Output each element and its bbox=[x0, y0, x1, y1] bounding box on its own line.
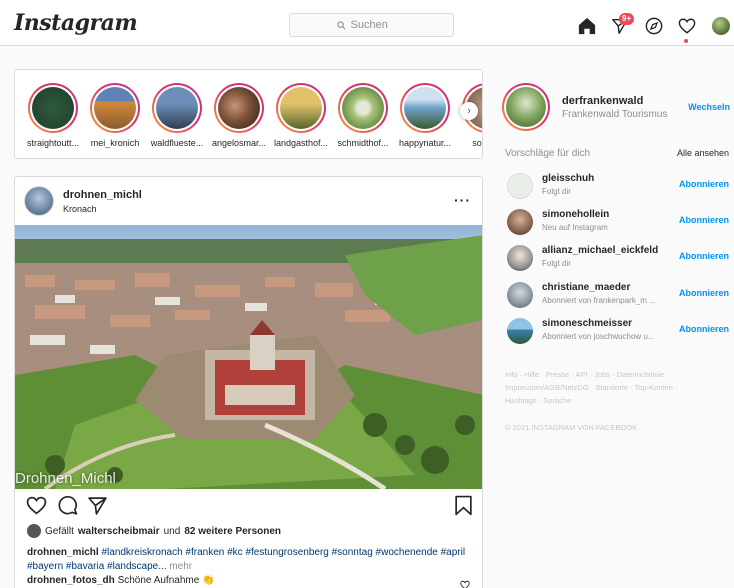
follow-button[interactable]: Abonnieren bbox=[679, 251, 729, 261]
likes-conjunction: und bbox=[163, 525, 181, 537]
story-avatar bbox=[94, 87, 136, 129]
direct-messages-icon[interactable]: 9+ bbox=[609, 13, 635, 37]
notification-badge: 9+ bbox=[619, 13, 635, 25]
story-avatar bbox=[404, 87, 446, 129]
stories-tray: straightoutt... mei_kronich waldflueste.… bbox=[14, 69, 483, 159]
suggestion-reason: Folgt dir bbox=[542, 259, 571, 268]
story-avatar bbox=[32, 87, 74, 129]
follow-button[interactable]: Abonnieren bbox=[679, 288, 729, 298]
suggestions-header: Vorschläge für dich Alle ansehen bbox=[505, 148, 729, 159]
explore-compass-icon[interactable] bbox=[643, 15, 665, 37]
post-image[interactable]: Drohnen_Michl bbox=[15, 225, 482, 489]
home-icon[interactable] bbox=[576, 15, 598, 37]
suggestion-reason: Abonniert von frankenpark_m ... bbox=[542, 296, 656, 305]
story-username: schmidthof... bbox=[337, 138, 389, 148]
post-author-username[interactable]: drohnen_michl bbox=[63, 189, 142, 201]
feed-post: drohnen_michl Kronach ··· Drohnen_Michl … bbox=[14, 176, 483, 588]
photo-watermark: Drohnen_Michl bbox=[15, 470, 116, 487]
liker-avatar[interactable] bbox=[27, 524, 41, 538]
suggestion-username[interactable]: allianz_michael_eickfeld bbox=[542, 245, 658, 256]
comment-row: drohnen_fotos_dh Schöne Aufnahme 👏 bbox=[27, 575, 215, 586]
more-options-icon[interactable]: ··· bbox=[454, 192, 471, 208]
search-box[interactable] bbox=[289, 13, 454, 37]
story-avatar bbox=[156, 87, 198, 129]
story-username: somme bbox=[472, 138, 482, 148]
story-username: straightoutt... bbox=[26, 138, 80, 148]
activity-heart-icon[interactable] bbox=[676, 15, 698, 43]
castle-aerial-photo bbox=[15, 225, 482, 489]
activity-indicator-dot bbox=[684, 39, 688, 43]
comment-icon[interactable] bbox=[57, 495, 78, 521]
current-account-username[interactable]: derfrankenwald bbox=[562, 95, 643, 107]
likes-summary: Gefällt walterscheibmair und 82 weitere … bbox=[27, 524, 281, 538]
likes-count[interactable]: 82 weitere Personen bbox=[184, 526, 281, 537]
suggestion-reason: Neu auf Instagram bbox=[542, 223, 608, 232]
save-bookmark-icon[interactable] bbox=[454, 495, 473, 521]
suggestion-reason: Abonniert von joschwuchow u... bbox=[542, 332, 655, 341]
story-avatar bbox=[342, 87, 384, 129]
story-item[interactable]: landgasthof... bbox=[271, 83, 331, 148]
follow-button[interactable]: Abonnieren bbox=[679, 324, 729, 334]
see-all-link[interactable]: Alle ansehen bbox=[677, 148, 729, 158]
post-location[interactable]: Kronach bbox=[63, 204, 97, 214]
suggestion-item: christiane_maeder Abonniert von frankenp… bbox=[507, 280, 729, 310]
story-username: mei_kronich bbox=[90, 138, 140, 148]
suggestion-username[interactable]: gleisschuh bbox=[542, 173, 594, 184]
suggestion-avatar[interactable] bbox=[507, 245, 533, 271]
suggestions-title: Vorschläge für dich bbox=[505, 148, 591, 159]
post-actions bbox=[15, 493, 482, 521]
comment-username[interactable]: drohnen_fotos_dh bbox=[27, 575, 115, 586]
suggestion-avatar[interactable] bbox=[507, 209, 533, 235]
story-username: happynatur... bbox=[398, 138, 452, 148]
story-item[interactable]: happynatur... bbox=[395, 83, 455, 148]
story-item[interactable]: schmidthof... bbox=[333, 83, 393, 148]
story-item[interactable]: waldflueste... bbox=[147, 83, 207, 148]
story-avatar bbox=[280, 87, 322, 129]
story-avatar bbox=[218, 87, 260, 129]
likes-prefix: Gefällt bbox=[45, 525, 74, 537]
comment-like-icon[interactable] bbox=[460, 577, 470, 588]
footer-links[interactable]: Info · Hilfe · Presse · API · Jobs · Dat… bbox=[505, 368, 705, 407]
share-icon[interactable] bbox=[87, 495, 108, 521]
switch-account-button[interactable]: Wechseln bbox=[688, 102, 730, 112]
caption-more-link[interactable]: mehr bbox=[169, 561, 192, 572]
suggestion-item: simonehollein Neu auf Instagram Abonnier… bbox=[507, 207, 729, 237]
liker-username[interactable]: walterscheibmair bbox=[78, 526, 160, 537]
follow-button[interactable]: Abonnieren bbox=[679, 179, 729, 189]
instagram-logo[interactable]: Instagram bbox=[14, 10, 138, 36]
follow-button[interactable]: Abonnieren bbox=[679, 215, 729, 225]
suggestion-reason: Folgt dir bbox=[542, 187, 571, 196]
post-author-avatar[interactable] bbox=[24, 186, 54, 216]
current-account-name: Frankenwald Tourismus bbox=[562, 109, 668, 120]
current-account: derfrankenwald Frankenwald Tourismus Wec… bbox=[502, 83, 732, 133]
stories-next-button[interactable]: › bbox=[460, 102, 478, 120]
story-username: waldflueste... bbox=[150, 138, 204, 148]
suggestion-item: gleisschuh Folgt dir Abonnieren bbox=[507, 171, 729, 201]
story-item[interactable]: angelosmar... bbox=[209, 83, 269, 148]
story-item[interactable]: straightoutt... bbox=[23, 83, 83, 148]
suggestion-item: allianz_michael_eickfeld Folgt dir Abonn… bbox=[507, 243, 729, 273]
suggestion-avatar[interactable] bbox=[507, 282, 533, 308]
search-input[interactable] bbox=[350, 19, 407, 31]
search-icon bbox=[336, 20, 345, 29]
profile-avatar[interactable] bbox=[710, 15, 732, 37]
story-username: angelosmar... bbox=[211, 138, 267, 148]
post-caption: drohnen_michl #landkreiskronach #franken… bbox=[27, 546, 477, 574]
suggestion-avatar[interactable] bbox=[507, 173, 533, 199]
current-account-avatar[interactable] bbox=[502, 83, 550, 131]
story-username: landgasthof... bbox=[273, 138, 329, 148]
suggestion-username[interactable]: simonehollein bbox=[542, 209, 609, 220]
story-item[interactable]: mei_kronich bbox=[85, 83, 145, 148]
copyright-text: © 2021 INSTAGRAM VON FACEBOOK bbox=[505, 423, 638, 432]
post-header: drohnen_michl Kronach ··· bbox=[15, 177, 482, 225]
suggestion-username[interactable]: simoneschmeisser bbox=[542, 318, 632, 329]
comment-text: Schöne Aufnahme 👏 bbox=[117, 575, 215, 586]
suggestion-avatar[interactable] bbox=[507, 318, 533, 344]
caption-username[interactable]: drohnen_michl bbox=[27, 547, 99, 558]
top-nav-bar: Instagram 9+ bbox=[0, 0, 734, 46]
suggestion-item: simoneschmeisser Abonniert von joschwuch… bbox=[507, 316, 729, 346]
like-heart-icon[interactable] bbox=[26, 495, 47, 521]
suggestion-username[interactable]: christiane_maeder bbox=[542, 282, 630, 293]
